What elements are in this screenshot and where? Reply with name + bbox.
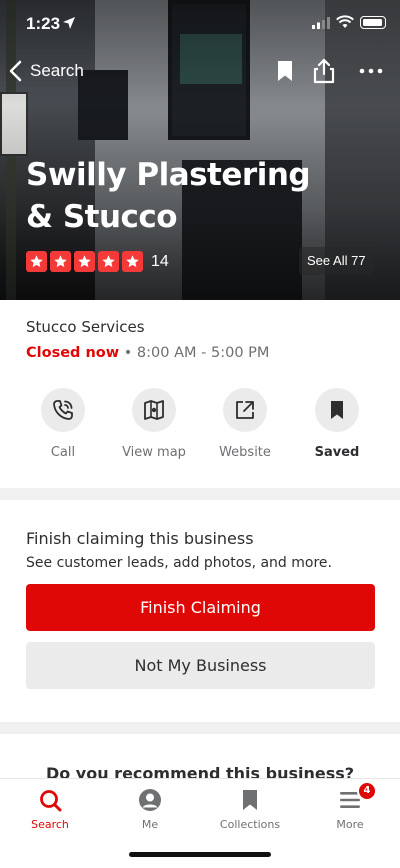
tab-collections[interactable]: Collections bbox=[210, 787, 290, 831]
star-icon bbox=[74, 251, 95, 272]
phone-icon bbox=[53, 400, 73, 420]
section-divider bbox=[0, 722, 400, 734]
claim-title: Finish claiming this business bbox=[26, 529, 254, 548]
review-count: 14 bbox=[151, 252, 169, 270]
section-divider bbox=[0, 488, 400, 500]
action-row: Call View map Website Saved bbox=[22, 388, 378, 468]
tab-collections-label: Collections bbox=[219, 818, 281, 831]
back-label: Search bbox=[30, 61, 84, 80]
wifi-icon bbox=[336, 15, 354, 28]
location-arrow-icon bbox=[63, 17, 75, 29]
claim-subtitle: See customer leads, add photos, and more… bbox=[26, 555, 332, 571]
bookmark-icon bbox=[331, 401, 343, 419]
see-all-photos-button[interactable]: See All 77 bbox=[299, 247, 374, 275]
home-indicator bbox=[129, 852, 271, 857]
cellular-signal-icon bbox=[312, 17, 330, 29]
rating-row[interactable]: 14 bbox=[26, 251, 169, 272]
chevron-left-icon bbox=[9, 60, 22, 82]
status-bar: 1:23 bbox=[0, 0, 400, 48]
hours-range: • 8:00 AM - 5:00 PM bbox=[123, 345, 270, 361]
tab-me[interactable]: Me bbox=[110, 787, 190, 831]
not-my-business-button[interactable]: Not My Business bbox=[26, 642, 375, 689]
call-label: Call bbox=[50, 445, 76, 460]
profile-icon bbox=[139, 789, 161, 811]
back-button[interactable]: Search bbox=[8, 56, 84, 86]
star-icon bbox=[98, 251, 119, 272]
map-icon bbox=[144, 400, 164, 420]
star-icon bbox=[26, 251, 47, 272]
view-map-button[interactable]: View map bbox=[113, 388, 195, 460]
business-category[interactable]: Stucco Services bbox=[26, 318, 145, 336]
tab-me-label: Me bbox=[141, 818, 159, 831]
finish-claiming-button[interactable]: Finish Claiming bbox=[26, 584, 375, 631]
search-icon bbox=[40, 790, 62, 812]
external-link-icon bbox=[236, 401, 254, 419]
more-options-icon[interactable] bbox=[358, 58, 384, 84]
saved-label: Saved bbox=[314, 445, 360, 460]
tab-search[interactable]: Search bbox=[10, 787, 90, 831]
view-map-label: View map bbox=[122, 445, 186, 460]
business-name: Swilly Plastering & Stucco bbox=[26, 157, 311, 235]
star-icon bbox=[50, 251, 71, 272]
website-button[interactable]: Website bbox=[204, 388, 286, 460]
status-time: 1:23 bbox=[26, 14, 61, 33]
website-label: Website bbox=[219, 445, 271, 460]
call-button[interactable]: Call bbox=[22, 388, 104, 460]
notification-badge: 4 bbox=[357, 781, 377, 801]
open-status: Closed now bbox=[26, 345, 120, 361]
business-hours[interactable]: Closed now • 8:00 AM - 5:00 PM bbox=[26, 345, 269, 361]
tab-more[interactable]: 4 More bbox=[310, 781, 390, 831]
share-icon[interactable] bbox=[311, 58, 337, 84]
tab-search-label: Search bbox=[31, 818, 69, 831]
bookmark-icon[interactable] bbox=[272, 58, 298, 84]
bookmark-icon bbox=[243, 790, 257, 810]
star-icon bbox=[122, 251, 143, 272]
top-nav: Search bbox=[0, 52, 400, 92]
battery-icon bbox=[360, 16, 386, 29]
saved-button[interactable]: Saved bbox=[296, 388, 378, 460]
tab-more-label: More bbox=[336, 818, 364, 831]
